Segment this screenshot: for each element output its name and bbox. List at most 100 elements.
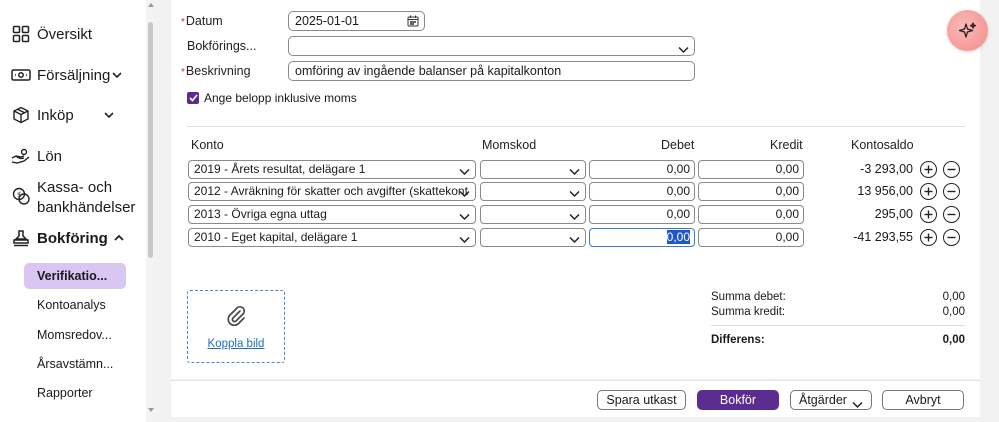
ai-assistant-button[interactable] — [947, 10, 988, 51]
attach-image-dropzone[interactable]: Koppla bild — [187, 290, 285, 363]
nav-item-bokforing[interactable]: Bokföring — [11, 228, 124, 248]
scroll-thumb[interactable] — [148, 22, 153, 258]
th-kredit: Kredit — [770, 138, 803, 152]
hand-money-icon — [11, 146, 31, 166]
summa-debet-label: Summa debet: — [711, 291, 786, 303]
th-konto: Konto — [191, 138, 224, 152]
row-konto-select[interactable]: 2012 - Avräkning för skatter och avgifte… — [188, 182, 476, 201]
nav-label: Bokföring — [37, 229, 108, 247]
differens-value: 0,00 — [942, 334, 965, 346]
row-momskod-select[interactable] — [480, 228, 586, 247]
th-kontosaldo: Kontosaldo — [851, 138, 914, 152]
sidebar: Översikt Försäljning Inköp Lön $ Kassa- … — [0, 0, 146, 422]
chevron-down-icon — [112, 71, 122, 79]
bokforings-label: Bokförings... — [187, 39, 257, 53]
row-debet-input[interactable]: 0,00 — [589, 205, 695, 224]
sparkle-icon — [958, 21, 976, 38]
th-debet: Debet — [661, 138, 695, 152]
spara-utkast-button[interactable]: Spara utkast — [597, 390, 686, 410]
chevron-down-icon — [569, 209, 580, 223]
row-konto-select[interactable]: 2019 - Årets resultat, delägare 1 — [188, 160, 476, 179]
summary-divider — [711, 325, 965, 326]
incl-moms-label: Ange belopp inklusive moms — [204, 91, 357, 105]
row-kredit-input[interactable]: 0,00 — [698, 228, 804, 247]
summa-debet-value: 0,00 — [942, 291, 965, 303]
nav-label-line2: bankhändelser — [37, 199, 136, 216]
plus-icon — [924, 187, 933, 196]
incl-moms-checkbox[interactable] — [187, 92, 199, 104]
paperclip-icon — [225, 305, 247, 330]
nav-label: Kassa- och — [37, 179, 113, 196]
cash-icon — [11, 65, 31, 85]
row-momskod-select[interactable] — [480, 182, 586, 201]
row-kredit-input[interactable]: 0,00 — [698, 182, 804, 201]
row-momskod-select[interactable] — [480, 160, 586, 179]
chevron-down-icon — [459, 164, 470, 178]
remove-row-button[interactable] — [943, 161, 960, 178]
calendar-icon[interactable] — [407, 14, 419, 30]
sub-item-verifikation[interactable]: Verifikatio... — [24, 263, 126, 289]
row-debet-input[interactable]: 0,00 — [589, 228, 695, 247]
sub-item-kontoanalys[interactable]: Kontoanalys — [24, 292, 126, 318]
bokforings-select[interactable] — [288, 36, 695, 56]
check-icon — [188, 94, 198, 102]
sub-item-momsredovisning[interactable]: Momsredov... — [24, 322, 126, 348]
row-kredit-input[interactable]: 0,00 — [698, 205, 804, 224]
nav-item-kassa[interactable]: $ Kassa- och bankhändelser — [11, 178, 135, 218]
row-debet-input[interactable]: 0,00 — [589, 182, 695, 201]
beskrivning-label: *Beskrivning — [181, 64, 251, 78]
th-momskod: Momskod — [482, 138, 537, 152]
chevron-up-icon — [114, 234, 124, 242]
beskrivning-input[interactable]: omföring av ingående balanser på kapital… — [288, 61, 695, 81]
datum-input[interactable]: 2025-01-01 — [288, 11, 425, 31]
row-konto-select[interactable]: 2013 - Övriga egna uttag — [188, 205, 476, 224]
avbryt-button[interactable]: Avbryt — [882, 390, 964, 410]
chevron-down-icon — [569, 232, 580, 246]
summa-kredit-value: 0,00 — [942, 306, 965, 318]
sidebar-scrollbar[interactable] — [146, 0, 155, 422]
remove-row-button[interactable] — [943, 229, 960, 246]
chevron-down-icon — [569, 186, 580, 200]
minus-icon — [947, 236, 956, 239]
scroll-down-arrow-icon[interactable] — [148, 408, 154, 412]
remove-row-button[interactable] — [943, 206, 960, 223]
chevron-down-icon — [459, 209, 470, 223]
nav-item-forsaljning[interactable]: Försäljning — [11, 65, 122, 85]
summa-kredit-label: Summa kredit: — [711, 306, 786, 318]
nav-label: Försäljning — [37, 66, 111, 84]
sub-item-arsavstamning[interactable]: Årsavstämn... — [24, 351, 126, 377]
row-debet-input[interactable]: 0,00 — [589, 160, 695, 179]
atgarder-button[interactable]: Åtgärder — [790, 390, 872, 410]
row-kredit-input[interactable]: 0,00 — [698, 160, 804, 179]
add-row-button[interactable] — [920, 229, 937, 246]
nav-item-inkop[interactable]: Inköp — [11, 105, 114, 125]
nav-label: Inköp — [37, 106, 74, 124]
row-momskod-select[interactable] — [480, 205, 586, 224]
plus-icon — [924, 210, 933, 219]
koppla-bild-link[interactable]: Koppla bild — [188, 338, 284, 350]
row-saldo: -3 293,00 — [860, 162, 913, 176]
remove-row-button[interactable] — [943, 183, 960, 200]
sub-item-rapporter[interactable]: Rapporter — [24, 380, 126, 406]
differens-label: Differens: — [711, 334, 765, 346]
chevron-down-icon — [104, 111, 114, 119]
grid-icon — [11, 24, 31, 44]
row-saldo: 295,00 — [874, 207, 913, 221]
svg-text:$: $ — [17, 191, 21, 199]
coins-icon: $ — [11, 186, 31, 206]
chevron-down-icon — [569, 164, 580, 178]
bokfor-button[interactable]: Bokför — [697, 390, 779, 410]
scroll-up-arrow-icon[interactable] — [148, 3, 154, 7]
plus-icon — [924, 233, 933, 242]
add-row-button[interactable] — [920, 161, 937, 178]
nav-label-group: Kassa- och bankhändelser — [37, 178, 135, 218]
add-row-button[interactable] — [920, 183, 937, 200]
plus-icon — [924, 165, 933, 174]
row-saldo: 13 956,00 — [857, 184, 913, 198]
chevron-down-icon — [459, 232, 470, 246]
minus-icon — [947, 168, 956, 171]
nav-item-lon[interactable]: Lön — [11, 146, 62, 166]
nav-item-oversikt[interactable]: Översikt — [11, 24, 92, 44]
add-row-button[interactable] — [920, 206, 937, 223]
row-konto-select[interactable]: 2010 - Eget kapital, delägare 1 — [188, 228, 476, 247]
